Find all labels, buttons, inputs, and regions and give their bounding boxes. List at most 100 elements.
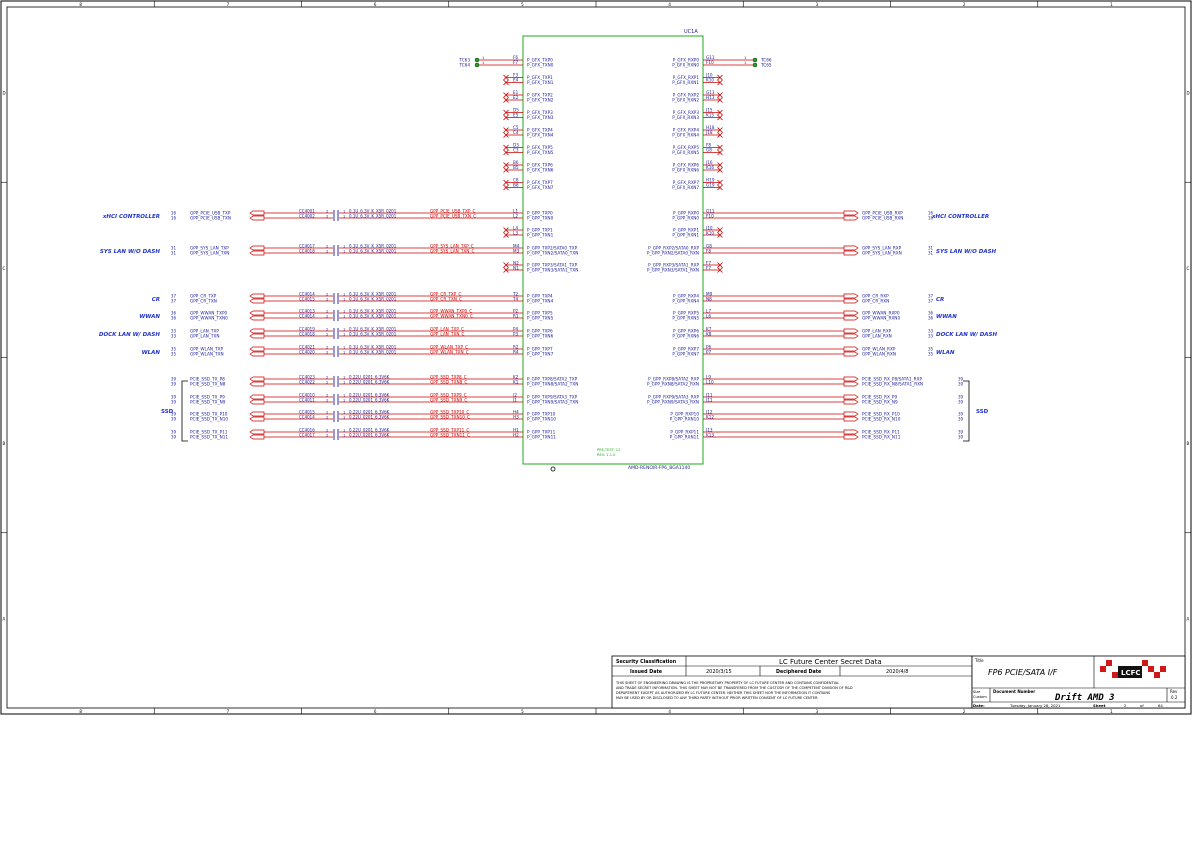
gpp-rx-ext-net: GPP_LAN_RXN: [862, 334, 892, 339]
logo-text: LCFC: [1121, 669, 1141, 677]
border-col-bottom: 5: [521, 709, 524, 714]
gfx-tx-pin: C3: [513, 148, 519, 153]
gpp-tx-cap-pin: 1: [343, 245, 345, 249]
gpp-rx-ext-net: PCIE_SSD_RX_N8/SATA1_RXN: [862, 382, 923, 387]
gpp-tx-chip-net: P_GPP_TXN4: [527, 299, 554, 304]
gpp-tx-connector: [249, 416, 265, 422]
testpoint-left-pad: [474, 57, 480, 63]
border-col-bottom: 1: [1110, 709, 1113, 714]
gpp-tx-sheet: 39: [171, 382, 177, 387]
gpp-rx-chip-net: P_GPP_RXN4: [672, 299, 699, 304]
gpp-tx-cap-value: 0.1U_6.3V_K_X5R_0201: [349, 332, 397, 337]
testpoint-left-pin: 1: [482, 56, 484, 60]
gfx-rx-pin: G8: [706, 148, 712, 153]
gpp-tx-block-label: DOCK LAN W/ DASH: [99, 332, 161, 338]
gpp-rx-block-label: CR: [936, 297, 944, 303]
gpp-tx-chip-net: P_GPP_TXN1: [527, 233, 554, 238]
gpp-tx-connector: [249, 315, 265, 321]
gpp-tx-coupled-net: GPP_CR_TXN_C: [430, 297, 462, 302]
gpp-tx-ext-net: PCIE_SSD_TX_N11: [190, 435, 228, 440]
gpp-rx-connector: [843, 346, 859, 352]
gfx-tx-net: P_GFX_TXN6: [527, 168, 554, 173]
gpp-rx-connector: [843, 210, 859, 216]
border-col-top: 3: [816, 2, 819, 7]
gpp-rx-chip-net: P_GPP_RXN0: [672, 216, 699, 221]
gfx-tx-net: P_GFX_TXN1: [527, 80, 554, 85]
gfx-tx-net: P_GFX_TXN0: [527, 63, 554, 68]
chip-pin1-marker: [550, 466, 556, 472]
gpp-tx-cap-ref: CC4014: [299, 415, 315, 420]
gpp-rx-sheet: 39: [958, 417, 964, 422]
testpoint-left-name: TC64: [458, 63, 470, 68]
gpp-tx-cap-pin: 2: [326, 250, 328, 254]
testpoint-left-pad: [474, 62, 480, 68]
gpp-tx-sheet: 33: [171, 334, 177, 339]
gpp-rx-connector: [843, 399, 859, 405]
border-col-top: 5: [521, 2, 524, 7]
gpp-tx-chip-net: P_GPP_TXN3/SATA1_TXN: [527, 268, 578, 273]
border-col-top: 6: [374, 2, 377, 7]
gpp-tx-coupled-net: GPP_SSD_TXN11_C: [430, 433, 470, 438]
gpp-tx-cap-value: 0.1U_6.3V_K_X5R_0201: [349, 214, 397, 219]
gpp-tx-cap-pin: 1: [343, 416, 345, 420]
gpp-rx-chip-net: P_GPP_RXN8/SATA2_RXN: [647, 382, 699, 387]
gpp-tx-chip-net: P_GPP_TXN7: [527, 352, 554, 357]
gfx-rx-pin: K10: [706, 78, 714, 83]
border-row-right: B: [1187, 441, 1190, 446]
gpp-tx-cap-ref: CC4017: [299, 433, 315, 438]
deciphered-value: 2020/4/8: [886, 669, 908, 675]
gpp-rx-connector: [843, 429, 859, 435]
gpp-tx-chip-net: P_GPP_TXN2/SATA0_TXN: [527, 251, 578, 256]
gpp-tx-cap-pin: 2: [326, 333, 328, 337]
gfx-tx-pin: E5: [513, 113, 519, 118]
sheet-total: 64: [1158, 703, 1163, 708]
date-label: Date:: [973, 703, 985, 708]
gpp-rx-connector: [843, 381, 859, 387]
gpp-tx-cap-pin: 2: [326, 434, 328, 438]
ssd-left-label: SSD: [161, 409, 174, 415]
gpp-rx-connector: [843, 351, 859, 357]
gpp-tx-coupled-net: GPP_SSD_TXN9_C: [430, 398, 467, 403]
gpp-rx-connector: [843, 250, 859, 256]
border-col-top: 8: [79, 2, 82, 7]
sheet-label: Sheet: [1093, 703, 1106, 708]
issued-label: Issued Date: [630, 669, 663, 675]
gpp-rx-chip-net: P_GPP_RXN10: [670, 417, 700, 422]
gpp-tx-lanes: xHCI CONTROLLERL1 P_GPP_TXP016 GPP_PCIE_US…: [99, 209, 578, 440]
gpp-tx-cap-pin: 1: [343, 293, 345, 297]
gpp-rx-sheet: 35: [928, 352, 934, 357]
gpp-tx-cap-pin: 1: [343, 346, 345, 350]
gpp-rx-connector: [843, 328, 859, 334]
gpp-tx-ext-net: GPP_CR_TXN: [190, 299, 217, 304]
gpp-rx-sheet: 39: [958, 382, 964, 387]
title-label: Title: [974, 658, 984, 663]
gpp-tx-cap-value: 0.1U_6.3V_K_X5R_0201: [349, 249, 397, 254]
gpp-tx-cap-value: 0.1U_6.3V_K_X5R_0201: [349, 350, 397, 355]
gpp-tx-coupled-net: GPP_WWAN_TXN0_C: [430, 314, 473, 319]
gpp-tx-cap-ref: CC4018: [299, 332, 315, 337]
size-value: Custom: [973, 695, 987, 699]
gpp-tx-ext-net: PCIE_SSD_TX_N9: [190, 400, 226, 405]
gpp-tx-cap-pin: 1: [343, 250, 345, 254]
gpp-tx-sheet: 39: [171, 417, 177, 422]
testpoint-right-pin: 1: [744, 61, 746, 65]
border-col-top: 7: [227, 2, 230, 7]
gpp-rx-sheet: 16: [928, 216, 934, 221]
gpp-tx-coupled-net: GPP_WLAN_TXN_C: [430, 350, 469, 355]
gpp-rx-connector: [843, 394, 859, 400]
gpp-tx-cap-pin: 2: [326, 245, 328, 249]
gpp-tx-cap-pin: 2: [326, 310, 328, 314]
deciphered-label: Deciphered Date: [776, 669, 822, 675]
gpp-tx-connector: [249, 394, 265, 400]
gpp-tx-cap-ref: CC4022: [299, 380, 315, 385]
rev-value: 0.2: [1171, 695, 1178, 700]
gpp-tx-cap-pin: 1: [343, 381, 345, 385]
doc-value: Drift AMD 3: [1054, 692, 1115, 703]
gpp-tx-block-label: WWAN: [139, 314, 160, 320]
gpp-rx-connector: [843, 416, 859, 422]
chip-part: AMD-RENOIR-FP6_BGA1140: [628, 465, 690, 471]
gpp-tx-connector: [249, 434, 265, 440]
chip-stamp-1: PRE-TEST: 12: [597, 448, 620, 452]
gfx-rx-net: P_GFX_RXN4: [672, 133, 699, 138]
gfx-rx-pin: F10: [706, 60, 714, 65]
